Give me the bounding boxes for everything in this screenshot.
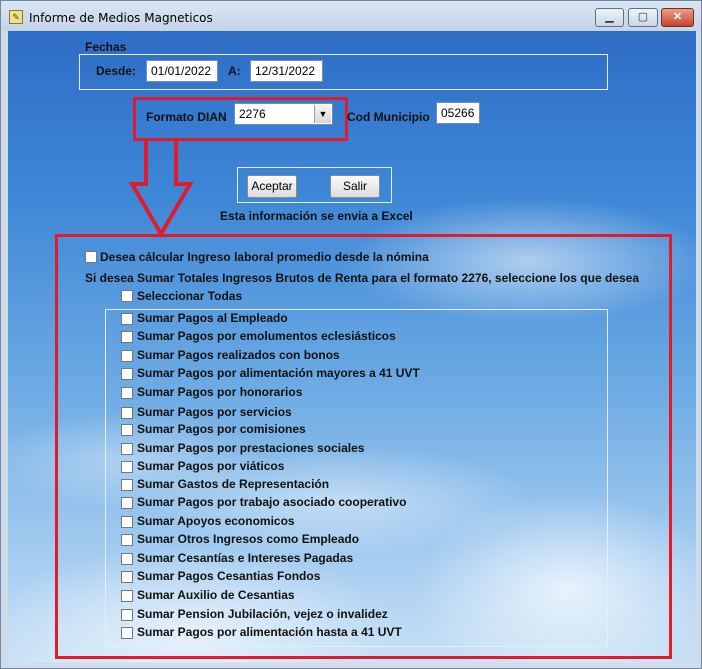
seleccionar-todas-label: Seleccionar Todas [137, 289, 243, 303]
item-label: Sumar Pagos por servicios [137, 405, 292, 419]
item-checkbox[interactable] [121, 609, 133, 621]
item-label: Sumar Pagos por emolumentos eclesiástico… [137, 329, 396, 343]
item-label: Sumar Pagos por viáticos [137, 459, 285, 473]
formato-dian-select[interactable]: 2276 ▼ [234, 103, 333, 125]
salir-button[interactable]: Salir [330, 175, 380, 198]
desde-date-field[interactable]: 01/01/2022 [146, 60, 218, 82]
item-checkbox[interactable] [121, 461, 133, 473]
item-checkbox[interactable] [121, 627, 133, 639]
item-checkbox[interactable] [121, 590, 133, 602]
item-label: Sumar Pagos por trabajo asociado coopera… [137, 495, 407, 509]
item-checkbox[interactable] [121, 516, 133, 528]
title-bar[interactable]: ✎ Informe de Medios Magneticos ▁ ▢ ✕ [1, 1, 701, 31]
minimize-button[interactable]: ▁ [595, 8, 624, 27]
item-label: Sumar Pagos por alimentación mayores a 4… [137, 366, 420, 380]
excel-note: Esta información se envia a Excel [220, 209, 413, 223]
cod-municipio-field[interactable]: 05266 [436, 102, 480, 124]
maximize-button[interactable]: ▢ [628, 8, 658, 27]
item-label: Sumar Pagos por honorarios [137, 385, 303, 399]
down-arrow-icon [128, 139, 194, 238]
item-label: Sumar Gastos de Representación [137, 477, 330, 491]
formato-dian-value: 2276 [239, 107, 266, 121]
item-label: Sumar Pagos por alimentación hasta a 41 … [137, 625, 402, 639]
item-checkbox[interactable] [121, 350, 133, 362]
item-checkbox[interactable] [121, 534, 133, 546]
a-label: A: [228, 64, 241, 78]
close-button[interactable]: ✕ [661, 8, 694, 27]
item-label: Sumar Pagos al Empleado [137, 311, 288, 325]
hasta-date-field[interactable]: 12/31/2022 [250, 60, 323, 82]
fechas-group: Desde: 01/01/2022 A: 12/31/2022 [79, 54, 608, 90]
item-label: Sumar Cesantías e Intereses Pagadas [137, 551, 354, 565]
item-checkbox[interactable] [121, 331, 133, 343]
chevron-down-icon[interactable]: ▼ [314, 105, 331, 123]
item-checkbox[interactable] [121, 443, 133, 455]
actions-group: Aceptar Salir [237, 167, 392, 203]
aceptar-button[interactable]: Aceptar [247, 175, 297, 198]
item-checkbox[interactable] [121, 497, 133, 509]
item-label: Sumar Pagos por comisiones [137, 422, 306, 436]
promedio-label: Desea cálcular Ingreso laboral promedio … [100, 250, 429, 264]
item-label: Sumar Pagos por prestaciones sociales [137, 441, 365, 455]
promedio-checkbox[interactable] [85, 251, 97, 263]
app-icon: ✎ [9, 10, 23, 24]
item-checkbox[interactable] [121, 424, 133, 436]
item-label: Sumar Pagos realizados con bonos [137, 348, 340, 362]
sumar-instruction: Si desea Sumar Totales Ingresos Brutos d… [85, 271, 639, 285]
item-checkbox[interactable] [121, 479, 133, 491]
client-area: Fechas Desde: 01/01/2022 A: 12/31/2022 F… [8, 31, 696, 663]
item-label: Sumar Pagos Cesantias Fondos [137, 569, 321, 583]
item-label: Sumar Otros Ingresos como Empleado [137, 532, 360, 546]
item-checkbox[interactable] [121, 368, 133, 380]
main-window: ✎ Informe de Medios Magneticos ▁ ▢ ✕ Fec… [0, 0, 702, 669]
item-label: Sumar Apoyos economicos [137, 514, 295, 528]
fechas-label: Fechas [85, 40, 127, 54]
item-checkbox[interactable] [121, 313, 133, 325]
cod-municipio-label: Cod Municipio [347, 110, 430, 124]
item-checkbox[interactable] [121, 387, 133, 399]
formato-dian-label: Formato DIAN [146, 110, 227, 124]
item-label: Sumar Pension Jubilación, vejez o invali… [137, 607, 388, 621]
item-checkbox[interactable] [121, 407, 133, 419]
item-checkbox[interactable] [121, 553, 133, 565]
seleccionar-todas-checkbox[interactable] [121, 290, 133, 302]
window-title: Informe de Medios Magneticos [29, 11, 213, 25]
desde-label: Desde: [96, 64, 137, 78]
item-label: Sumar Auxilio de Cesantias [137, 588, 295, 602]
item-checkbox[interactable] [121, 571, 133, 583]
